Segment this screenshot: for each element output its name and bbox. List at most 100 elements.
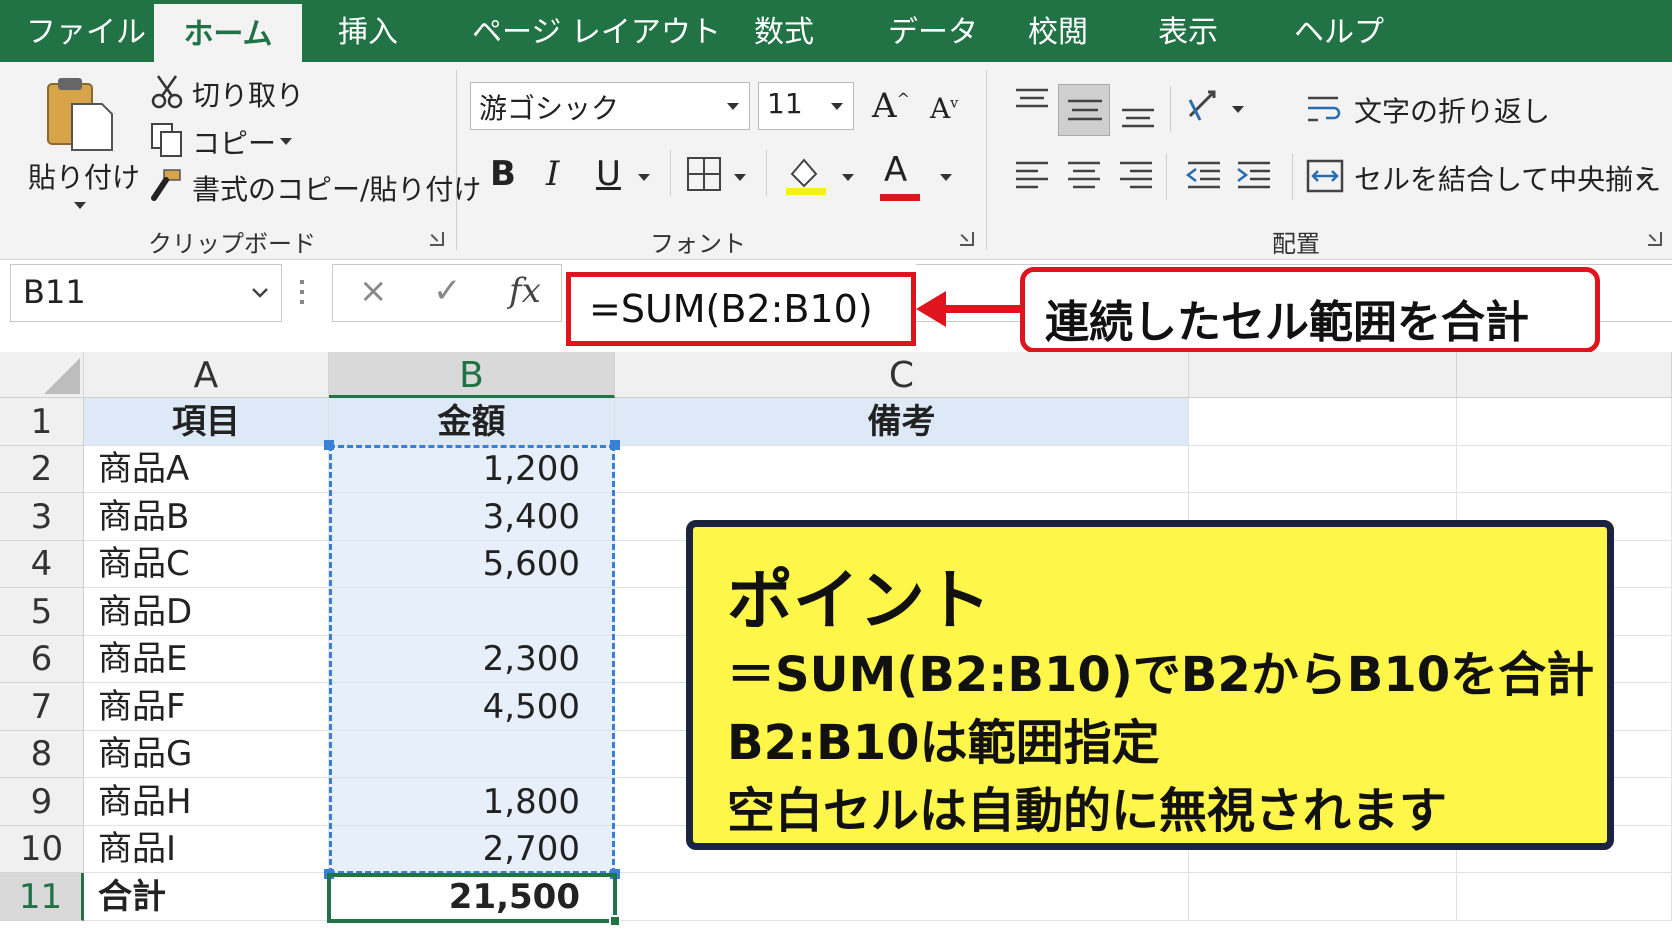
font-group-label: フォント: [650, 230, 746, 258]
total-cell-d11[interactable]: [1189, 873, 1457, 921]
row-header-6[interactable]: 6: [0, 636, 84, 683]
selection-handle[interactable]: [610, 440, 620, 450]
font-name-dropdown[interactable]: 游ゴシック: [470, 82, 750, 130]
column-header-a[interactable]: A: [84, 352, 329, 398]
divider: [1166, 154, 1167, 200]
tab-data[interactable]: データ: [888, 0, 978, 62]
tab-help[interactable]: ヘルプ: [1294, 0, 1384, 62]
merge-center-icon[interactable]: [1306, 158, 1344, 194]
column-header-c[interactable]: C: [615, 352, 1189, 398]
cell-a8[interactable]: 商品G: [84, 731, 329, 778]
formula-input[interactable]: =SUM(B2:B10): [566, 272, 916, 346]
tab-review[interactable]: 校閲: [1028, 0, 1088, 62]
decrease-indent-icon[interactable]: [1184, 158, 1222, 194]
formula-bar-splitter[interactable]: [300, 280, 304, 308]
row-header-8[interactable]: 8: [0, 731, 84, 778]
row-header-11[interactable]: 11: [0, 873, 84, 921]
wrap-text-icon[interactable]: [1306, 92, 1342, 128]
name-box[interactable]: B11: [10, 264, 282, 322]
column-header-d[interactable]: [1189, 352, 1457, 398]
insert-function-icon[interactable]: fx: [509, 271, 541, 311]
header-cell-b1[interactable]: 金額: [329, 398, 615, 446]
cell-a10[interactable]: 商品I: [84, 826, 329, 873]
alignment-group-label: 配置: [1272, 230, 1320, 258]
borders-icon[interactable]: [686, 156, 722, 192]
alignment-launcher-icon[interactable]: [1648, 232, 1662, 246]
cell-e2[interactable]: [1457, 446, 1672, 493]
paste-dropdown-icon[interactable]: [74, 202, 86, 209]
bold-button[interactable]: B: [490, 154, 516, 194]
paste-label[interactable]: 貼り付け: [28, 156, 140, 196]
cell-a3[interactable]: 商品B: [84, 493, 329, 541]
underline-dropdown-icon[interactable]: [638, 174, 650, 181]
font-size-dropdown[interactable]: 11: [758, 82, 854, 130]
merge-center-button[interactable]: セルを結合して中央揃え: [1354, 158, 1661, 198]
row-header-5[interactable]: 5: [0, 588, 84, 636]
selection-handle[interactable]: [324, 440, 334, 450]
orientation-icon[interactable]: [1184, 86, 1224, 126]
copy-dropdown-icon[interactable]: [280, 138, 292, 145]
font-launcher-icon[interactable]: [960, 232, 974, 246]
enter-icon[interactable]: ✓: [433, 271, 462, 311]
header-cell-a1[interactable]: 項目: [84, 398, 329, 446]
tab-home[interactable]: ホーム: [154, 4, 302, 62]
align-middle-button[interactable]: [1058, 84, 1110, 136]
align-bottom-icon[interactable]: [1120, 102, 1156, 132]
header-cell-c1[interactable]: 備考: [615, 398, 1189, 446]
borders-dropdown-icon[interactable]: [734, 174, 746, 181]
header-cell-e1[interactable]: [1457, 398, 1672, 446]
font-size-value: 11: [767, 87, 803, 120]
total-cell-c11[interactable]: [615, 873, 1189, 921]
formula-bar-buttons: × ✓ fx: [332, 264, 562, 322]
cell-d2[interactable]: [1189, 446, 1457, 493]
row-header-7[interactable]: 7: [0, 683, 84, 731]
column-header-b[interactable]: B: [329, 352, 615, 398]
fill-color-icon[interactable]: [784, 154, 828, 196]
paste-button[interactable]: [44, 74, 116, 154]
align-right-icon[interactable]: [1118, 158, 1154, 194]
total-cell-e11[interactable]: [1457, 873, 1672, 921]
tab-insert[interactable]: 挿入: [338, 0, 398, 62]
font-color-dropdown-icon[interactable]: [940, 174, 952, 181]
italic-button[interactable]: I: [546, 154, 559, 194]
increase-indent-icon[interactable]: [1236, 158, 1274, 194]
clipboard-launcher-icon[interactable]: [430, 232, 444, 246]
cancel-icon[interactable]: ×: [359, 271, 388, 311]
cell-a4[interactable]: 商品C: [84, 541, 329, 588]
tab-view[interactable]: 表示: [1158, 0, 1218, 62]
cell-a7[interactable]: 商品F: [84, 683, 329, 731]
tab-formulas[interactable]: 数式: [754, 0, 814, 62]
shrink-font-button[interactable]: Av: [930, 92, 958, 125]
row-header-9[interactable]: 9: [0, 778, 84, 826]
grow-font-button[interactable]: A^: [872, 86, 910, 126]
underline-button[interactable]: U: [596, 154, 621, 194]
align-top-icon[interactable]: [1014, 86, 1050, 116]
orientation-dropdown-icon[interactable]: [1232, 106, 1244, 113]
merge-center-dropdown-icon[interactable]: [1636, 174, 1648, 181]
row-header-4[interactable]: 4: [0, 541, 84, 588]
cell-c2[interactable]: [615, 446, 1189, 493]
cell-a2[interactable]: 商品A: [84, 446, 329, 493]
font-color-button[interactable]: A: [880, 150, 920, 201]
header-cell-d1[interactable]: [1189, 398, 1457, 446]
wrap-text-button[interactable]: 文字の折り返し: [1354, 90, 1550, 130]
row-header-10[interactable]: 10: [0, 826, 84, 873]
align-center-icon[interactable]: [1066, 158, 1102, 194]
tab-file[interactable]: ファイル: [26, 0, 146, 62]
cell-a6[interactable]: 商品E: [84, 636, 329, 683]
row-header-3[interactable]: 3: [0, 493, 84, 541]
cell-a9[interactable]: 商品H: [84, 778, 329, 826]
align-left-icon[interactable]: [1014, 158, 1050, 194]
select-all-button[interactable]: [0, 352, 84, 398]
point-line-2: B2:B10は範囲指定: [727, 715, 1160, 771]
total-cell-a11[interactable]: 合計: [84, 873, 329, 921]
column-header-e[interactable]: [1457, 352, 1672, 398]
fill-handle[interactable]: [609, 915, 621, 927]
fill-color-dropdown-icon[interactable]: [842, 174, 854, 181]
shrink-font-label: A: [930, 92, 951, 125]
row-header-1[interactable]: 1: [0, 398, 84, 446]
point-line-1: ＝SUM(B2:B10)でB2からB10を合計: [727, 647, 1595, 703]
cell-a5[interactable]: 商品D: [84, 588, 329, 636]
tab-page-layout[interactable]: ページ レイアウト: [472, 0, 721, 62]
row-header-2[interactable]: 2: [0, 446, 84, 493]
